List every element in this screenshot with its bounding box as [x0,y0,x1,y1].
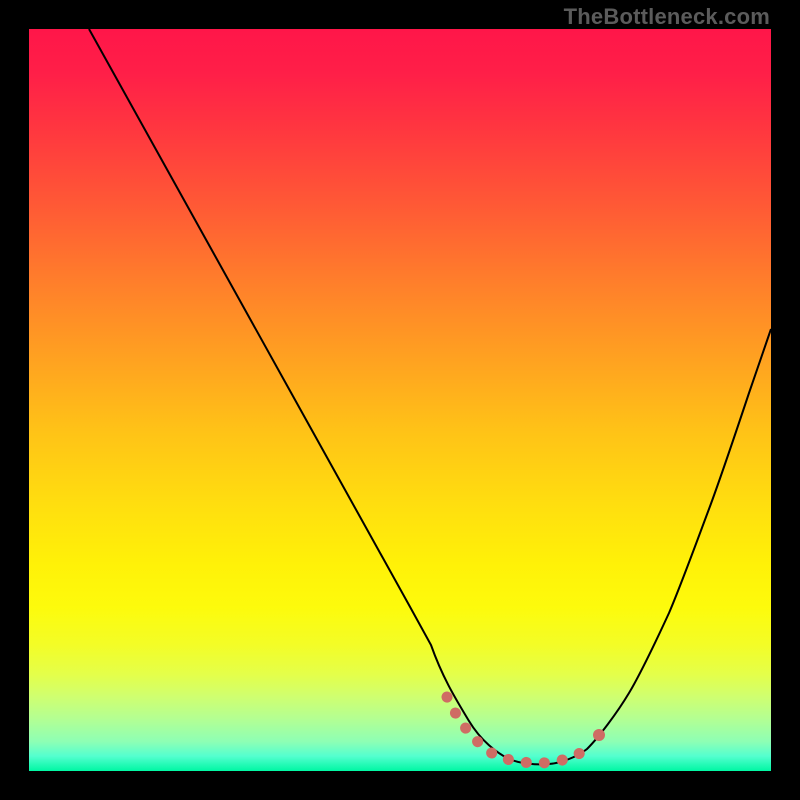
plot-area [29,29,771,771]
watermark-text: TheBottleneck.com [564,4,770,30]
optimal-end-dot [593,729,605,741]
chart-frame: TheBottleneck.com [0,0,800,800]
optimal-range-dots [447,697,587,763]
curve-layer [29,29,771,771]
bottleneck-curve [89,29,771,764]
